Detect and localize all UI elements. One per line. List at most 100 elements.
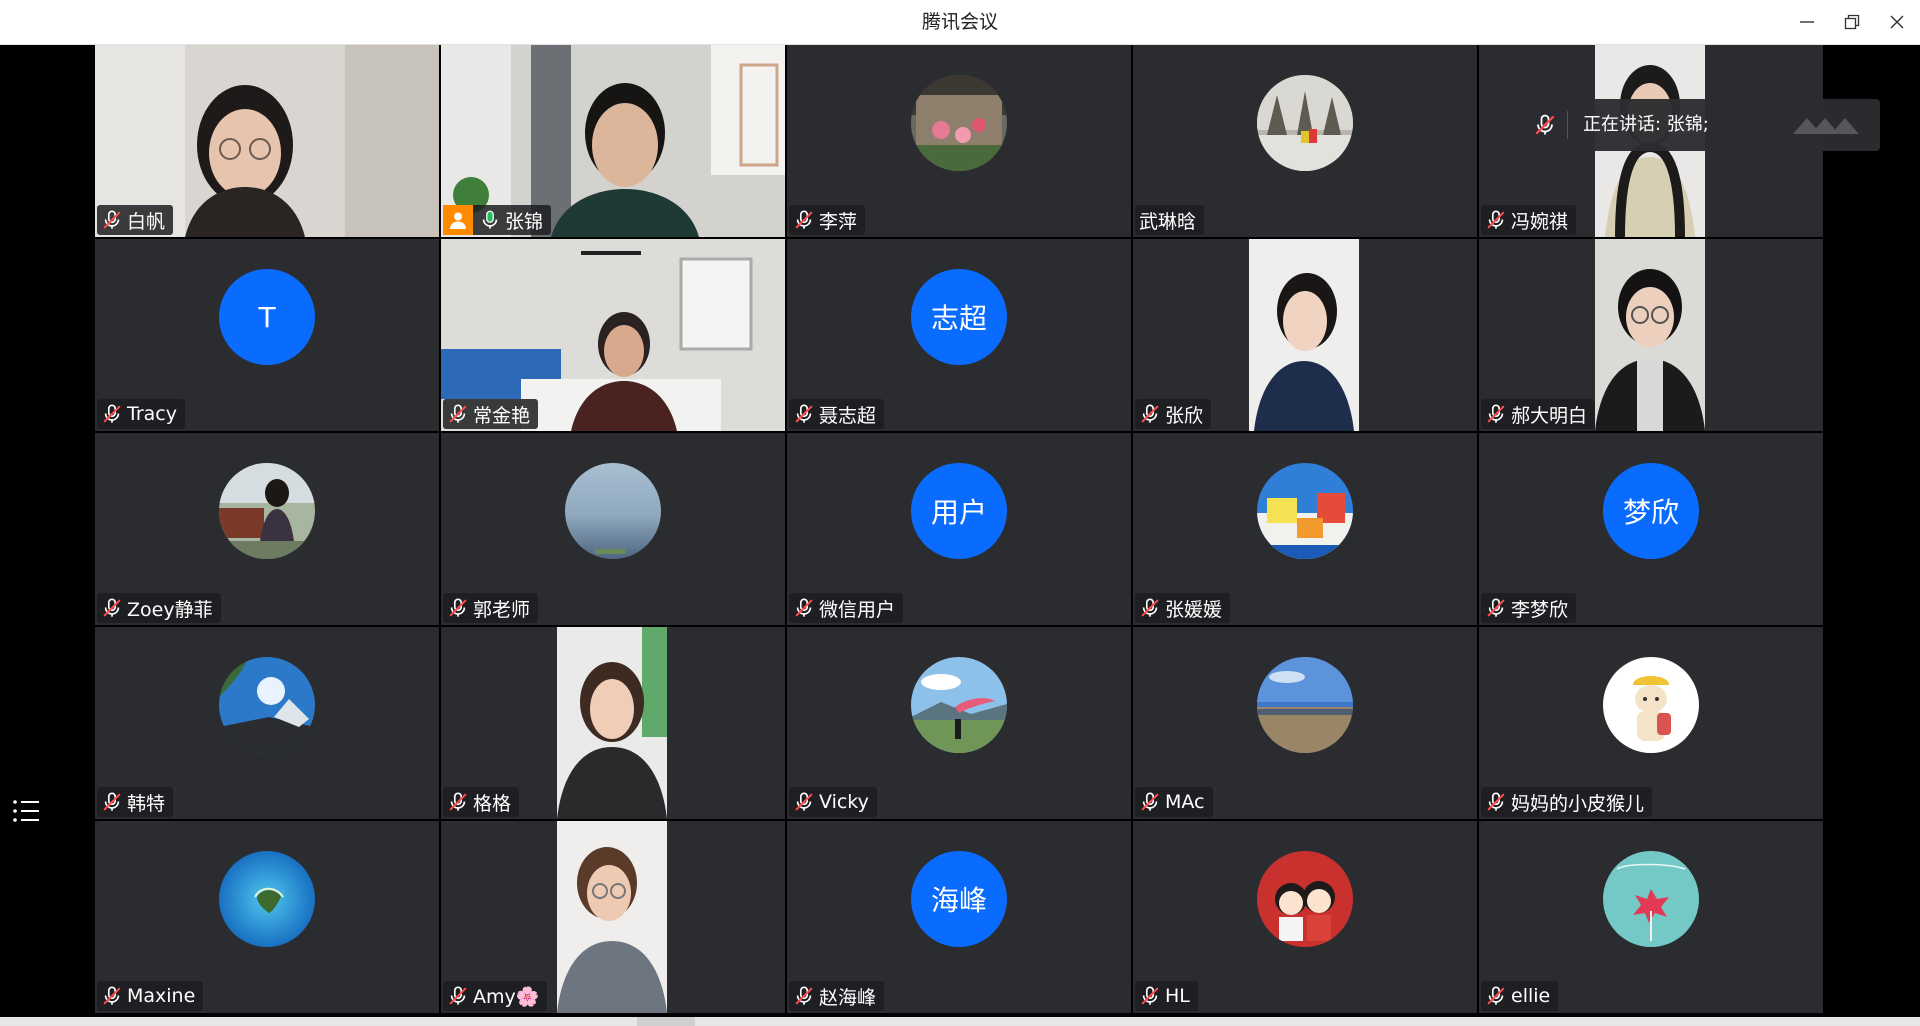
nameplate: 冯婉祺 — [1481, 205, 1577, 235]
restore-button[interactable] — [1829, 0, 1875, 44]
participant-video — [1249, 239, 1359, 431]
avatar — [911, 657, 1007, 753]
participant-name: 李萍 — [819, 210, 858, 233]
participant-tile[interactable]: 用户 微信用户 — [787, 433, 1131, 625]
participant-tile[interactable]: Vicky — [787, 627, 1131, 819]
nameplate: 妈妈的小皮猴儿 — [1481, 787, 1653, 817]
nameplate: MAc — [1135, 787, 1213, 817]
nameplate: 聂志超 — [789, 399, 885, 429]
participant-tile[interactable]: 白帆 — [95, 45, 439, 237]
nameplate: 张媛媛 — [1135, 593, 1231, 623]
participant-name: 白帆 — [127, 210, 166, 233]
participant-tile[interactable]: 郝大明白 — [1479, 239, 1823, 431]
participant-name: Zoey静菲 — [127, 598, 213, 621]
nameplate: ellie — [1481, 981, 1559, 1011]
divider — [1567, 111, 1568, 139]
avatar: 志超 — [911, 269, 1007, 365]
participant-tile[interactable]: Maxine — [95, 821, 439, 1013]
participant-tile[interactable]: ellie — [1479, 821, 1823, 1013]
participant-list-button[interactable] — [12, 797, 42, 825]
mic-active-icon — [479, 209, 501, 231]
nameplate: 白帆 — [97, 205, 174, 235]
participant-tile[interactable]: 海峰 赵海峰 — [787, 821, 1131, 1013]
mic-muted-icon — [1533, 113, 1557, 137]
nameplate: 李梦欣 — [1481, 593, 1577, 623]
participant-tile[interactable]: T Tracy — [95, 239, 439, 431]
nameplate: 微信用户 — [789, 593, 904, 623]
nameplate: Tracy — [97, 399, 185, 429]
participant-tile[interactable]: 武琳晗 — [1133, 45, 1477, 237]
nameplate: 李萍 — [789, 205, 866, 235]
nameplate: 韩特 — [97, 787, 174, 817]
participant-name: Vicky — [819, 791, 869, 813]
avatar — [1257, 75, 1353, 171]
nameplate: Amy🌸 — [443, 981, 548, 1011]
avatar — [1257, 657, 1353, 753]
avatar — [219, 851, 315, 947]
participant-tile[interactable]: 李萍 — [787, 45, 1131, 237]
participant-name: 微信用户 — [819, 598, 896, 621]
participant-name: ellie — [1511, 985, 1551, 1007]
avatar — [1257, 851, 1353, 947]
participant-name: 郭老师 — [473, 598, 531, 621]
mic-muted-icon — [101, 209, 123, 231]
participant-name: 赵海峰 — [819, 986, 877, 1009]
participant-tile[interactable]: MAc — [1133, 627, 1477, 819]
participant-tile[interactable]: HL — [1133, 821, 1477, 1013]
avatar: 梦欣 — [1603, 463, 1699, 559]
nameplate: 郝大明白 — [1481, 399, 1596, 429]
minimize-button[interactable] — [1784, 0, 1830, 44]
mic-muted-icon — [1139, 597, 1161, 619]
window-title: 腾讯会议 — [921, 11, 998, 33]
participant-name: 格格 — [473, 792, 512, 815]
restore-icon — [1844, 14, 1860, 30]
mic-muted-icon — [1139, 403, 1161, 425]
participant-tile[interactable]: 张欣 — [1133, 239, 1477, 431]
participant-tile[interactable]: 梦欣 李梦欣 — [1479, 433, 1823, 625]
avatar: 用户 — [911, 463, 1007, 559]
mic-muted-icon — [447, 403, 469, 425]
participant-video — [557, 627, 667, 819]
participant-video — [1595, 239, 1705, 431]
close-button[interactable] — [1874, 0, 1920, 44]
participant-tile[interactable]: 张媛媛 — [1133, 433, 1477, 625]
avatar — [1257, 463, 1353, 559]
participant-name: 郝大明白 — [1511, 404, 1588, 427]
participant-name: 常金艳 — [473, 404, 531, 427]
nameplate: Maxine — [97, 981, 204, 1011]
nameplate: 张锦 — [443, 205, 552, 235]
participant-name: 李梦欣 — [1511, 598, 1569, 621]
mic-muted-icon — [793, 209, 815, 231]
mic-muted-icon — [101, 985, 123, 1007]
speaking-indicator: 正在讲话: 张锦; — [1519, 99, 1880, 151]
participant-tile[interactable]: Amy🌸 — [441, 821, 785, 1013]
participant-tile[interactable]: Zoey静菲 — [95, 433, 439, 625]
participant-name: 冯婉祺 — [1511, 210, 1569, 233]
mic-muted-icon — [1485, 403, 1507, 425]
close-icon — [1890, 15, 1904, 29]
participant-name: 张媛媛 — [1165, 598, 1223, 621]
mic-muted-icon — [793, 985, 815, 1007]
participant-name: 张锦 — [505, 210, 544, 233]
participant-tile[interactable]: 妈妈的小皮猴儿 — [1479, 627, 1823, 819]
scroll-segment — [637, 1017, 695, 1026]
participant-name: 聂志超 — [819, 404, 877, 427]
participant-tile[interactable]: 常金艳 — [441, 239, 785, 431]
participant-tile[interactable]: 格格 — [441, 627, 785, 819]
mic-muted-icon — [1139, 985, 1161, 1007]
host-badge-icon — [443, 205, 473, 235]
mic-muted-icon — [101, 791, 123, 813]
mic-muted-icon — [101, 597, 123, 619]
participant-tile[interactable]: 韩特 — [95, 627, 439, 819]
mic-muted-icon — [447, 597, 469, 619]
avatar — [911, 75, 1007, 171]
participant-tile[interactable]: 张锦 — [441, 45, 785, 237]
participant-tile[interactable]: 郭老师 — [441, 433, 785, 625]
mic-muted-icon — [1485, 209, 1507, 231]
participant-name: 张欣 — [1165, 404, 1204, 427]
mic-muted-icon — [1139, 791, 1161, 813]
avatar — [1603, 657, 1699, 753]
speaking-text: 正在讲话: 张锦; — [1583, 114, 1709, 135]
nameplate: 张欣 — [1135, 399, 1212, 429]
participant-tile[interactable]: 志超 聂志超 — [787, 239, 1131, 431]
